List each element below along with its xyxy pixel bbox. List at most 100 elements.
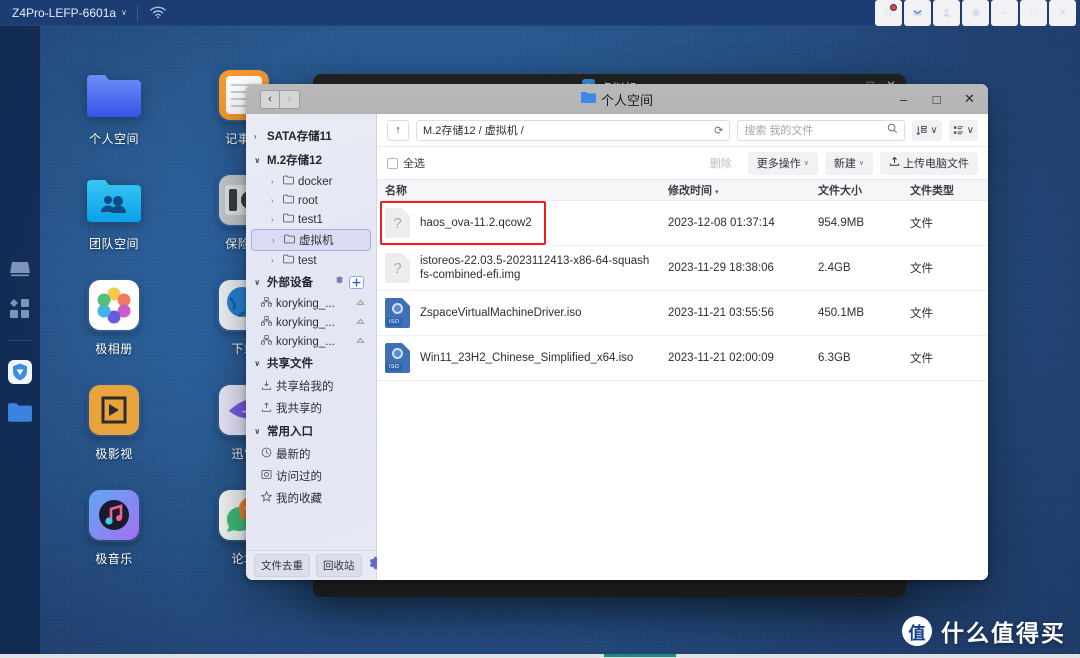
security-app-icon[interactable]	[7, 359, 33, 385]
file-list[interactable]: ? haos_ova-11.2.qcow2 2023-12-08 01:37:14 9…	[377, 201, 988, 580]
file-name[interactable]: ZspaceVirtualMachineDriver.iso	[420, 306, 582, 320]
file-manager-titlebar[interactable]: ‹ › 个人空间 – □ ✕	[246, 84, 988, 114]
sidebar-group-3[interactable]: ∨ 共享文件	[246, 351, 376, 375]
column-header-size[interactable]: 文件大小	[810, 182, 902, 198]
desktop-icon-2[interactable]: 团队空间	[66, 173, 162, 252]
display-icon[interactable]	[7, 256, 33, 282]
system-topbar[interactable]: Z4Pro-LEFP-6601a ∨ – □ ✕	[0, 0, 1080, 26]
system-tray[interactable]: – □ ✕	[875, 0, 1080, 26]
transfer-icon[interactable]	[875, 0, 902, 26]
sidebar-item-label: docker	[298, 175, 333, 188]
desktop-icon-0[interactable]: 个人空间	[66, 68, 162, 147]
more-actions-button[interactable]: 更多操作 ∨	[747, 151, 818, 175]
close-button[interactable]: ✕	[953, 84, 986, 114]
nav-forward-button[interactable]: ›	[280, 89, 300, 109]
dedupe-button[interactable]: 文件去重	[254, 554, 310, 577]
sidebar-item-访问过的[interactable]: 访问过的	[251, 465, 371, 487]
left-dock[interactable]	[0, 26, 40, 658]
item-twisty-icon[interactable]: ›	[271, 177, 279, 186]
file-manager-window[interactable]: ‹ › 个人空间 – □ ✕ › SATA存储11 ∨ M.2存储12 › docker ›…	[246, 84, 988, 580]
window-minimize-button[interactable]: –	[991, 0, 1018, 26]
delete-button[interactable]: 删除	[701, 152, 741, 175]
column-header-date[interactable]: 修改时间 ▾	[660, 182, 810, 198]
desktop-icon-4[interactable]: 极相册	[66, 278, 162, 357]
select-all-checkbox[interactable]: 全选	[387, 155, 425, 171]
group-twisty-icon[interactable]: ∨	[254, 427, 263, 436]
sidebar-item-test[interactable]: › test	[251, 251, 371, 270]
sidebar-group-2[interactable]: ∨ 外部设备	[246, 270, 376, 294]
sidebar-group-4[interactable]: ∨ 常用入口	[246, 419, 376, 443]
path-toolbar[interactable]: ↑ M.2存储12 / 虚拟机 / ⟳ 搜索 我的文件 ∨ ∨	[377, 114, 988, 147]
item-twisty-icon[interactable]: ›	[271, 256, 279, 265]
table-row[interactable]: ISO ZspaceVirtualMachineDriver.iso 2023-11…	[377, 291, 988, 336]
new-button[interactable]: 新建 ∨	[824, 151, 873, 175]
eject-icon[interactable]	[356, 299, 365, 309]
item-twisty-icon[interactable]: ›	[271, 215, 279, 224]
arrow-up-icon[interactable]: ↑	[387, 119, 409, 141]
column-header-type[interactable]: 文件类型	[902, 182, 988, 198]
sidebar-group-0[interactable]: › SATA存储11	[246, 124, 376, 148]
sort-icon[interactable]: ∨	[912, 119, 942, 141]
sidebar-item-koryking_[interactable]: koryking_...	[251, 332, 371, 351]
apps-grid-icon[interactable]	[7, 296, 33, 322]
eject-icon[interactable]	[356, 318, 365, 328]
file-name[interactable]: haos_ova-11.2.qcow2	[420, 216, 532, 230]
files-app-icon[interactable]	[7, 399, 33, 425]
desktop-icon-6[interactable]: 极影视	[66, 383, 162, 462]
eject-icon[interactable]	[356, 337, 365, 347]
sidebar-item-虚拟机[interactable]: › 虚拟机	[251, 229, 371, 251]
sidebar-item-docker[interactable]: › docker	[251, 172, 371, 191]
path-input[interactable]: M.2存储12 / 虚拟机 / ⟳	[416, 119, 731, 141]
desktop-icon-8[interactable]: 极音乐	[66, 488, 162, 567]
device-name-menu[interactable]: Z4Pro-LEFP-6601a ∨	[0, 0, 137, 26]
file-manager-sidebar[interactable]: › SATA存储11 ∨ M.2存储12 › docker › root › test1 › 虚拟机 ›…	[246, 114, 381, 580]
sidebar-item-test1[interactable]: › test1	[251, 210, 371, 229]
view-mode-icon[interactable]: ∨	[948, 119, 978, 141]
sidebar-item-我的收藏[interactable]: 我的收藏	[251, 487, 371, 509]
search-icon[interactable]	[887, 123, 898, 137]
file-size: 954.9MB	[818, 217, 865, 229]
window-close-button[interactable]: ✕	[1049, 0, 1076, 26]
plus-icon[interactable]	[349, 275, 364, 289]
group-twisty-icon[interactable]: ∨	[254, 359, 263, 368]
sidebar-item-共享给我的[interactable]: 共享给我的	[251, 375, 371, 397]
table-row[interactable]: ? haos_ova-11.2.qcow2 2023-12-08 01:37:14 9…	[377, 201, 988, 246]
table-row[interactable]: ISO Win11_23H2_Chinese_Simplified_x64.iso…	[377, 336, 988, 381]
file-name[interactable]: istoreos-22.03.5-2023112413-x86-64-squas…	[420, 254, 652, 283]
table-header[interactable]: 名称 修改时间 ▾ 文件大小 文件类型	[377, 179, 988, 201]
group-twisty-icon[interactable]: ∨	[254, 156, 263, 165]
item-twisty-icon[interactable]: ›	[271, 196, 279, 205]
window-maximize-button[interactable]: □	[1020, 0, 1047, 26]
wifi-icon[interactable]	[138, 6, 178, 19]
table-row[interactable]: ? istoreos-22.03.5-2023112413-x86-64-squa…	[377, 246, 988, 291]
column-header-name[interactable]: 名称	[377, 182, 660, 198]
item-twisty-icon[interactable]: ›	[272, 236, 280, 245]
sidebar-item-最新的[interactable]: 最新的	[251, 443, 371, 465]
refresh-icon[interactable]: ⟳	[714, 124, 723, 137]
file-name[interactable]: Win11_23H2_Chinese_Simplified_x64.iso	[420, 351, 633, 365]
sidebar-group-1[interactable]: ∨ M.2存储12	[246, 148, 376, 172]
sidebar-item-root[interactable]: › root	[251, 191, 371, 210]
navigation-buttons[interactable]: ‹ ›	[260, 89, 300, 109]
sidebar-tree[interactable]: › SATA存储11 ∨ M.2存储12 › docker › root › test1 › 虚拟机 ›…	[246, 114, 376, 550]
search-input[interactable]: 搜索 我的文件	[737, 119, 906, 141]
gear-icon[interactable]	[334, 275, 345, 289]
checkbox-icon[interactable]	[387, 157, 398, 169]
sidebar-item-koryking_[interactable]: koryking_...	[251, 313, 371, 332]
mail-icon[interactable]	[904, 0, 931, 26]
sidebar-footer[interactable]: 文件去重 回收站	[246, 550, 381, 580]
group-twisty-icon[interactable]: ∨	[254, 278, 263, 287]
settings-icon[interactable]	[962, 0, 989, 26]
sidebar-item-koryking_[interactable]: koryking_...	[251, 294, 371, 313]
actions-toolbar[interactable]: 全选 删除 更多操作 ∨ 新建 ∨ 上传电脑文件	[377, 147, 988, 179]
sidebar-item-我共享的[interactable]: 我共享的	[251, 397, 371, 419]
file-date: 2023-12-08 01:37:14	[668, 217, 775, 229]
recycle-bin-button[interactable]: 回收站	[316, 554, 362, 577]
upload-button[interactable]: 上传电脑文件	[880, 151, 978, 175]
nav-back-button[interactable]: ‹	[260, 89, 280, 109]
group-twisty-icon[interactable]: ›	[254, 132, 263, 141]
file-manager-window-controls[interactable]: – □ ✕	[887, 84, 988, 114]
maximize-button[interactable]: □	[920, 84, 953, 114]
minimize-button[interactable]: –	[887, 84, 920, 114]
account-icon[interactable]	[933, 0, 960, 26]
